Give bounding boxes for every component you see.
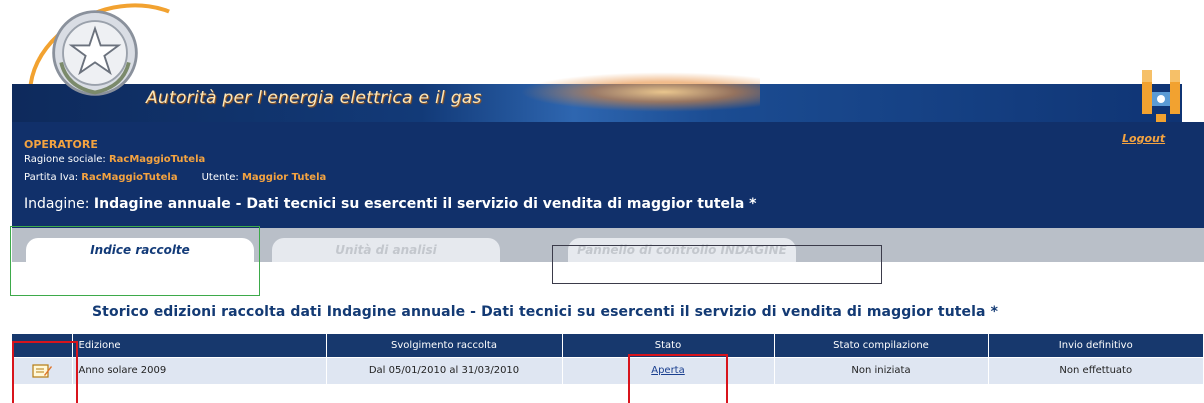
column-header-icon <box>12 334 73 357</box>
indagine-title: Indagine annuale - Dati tecnici su eserc… <box>93 196 757 212</box>
operator-panel: OPERATORE Ragione sociale: RacMaggioTute… <box>12 122 1204 228</box>
tab-pannello-di-controllo[interactable]: Pannello di controllo INDAGINE <box>568 238 796 262</box>
logout-link[interactable]: Logout <box>1122 132 1165 145</box>
document-edit-icon[interactable] <box>32 363 52 379</box>
cell-stato-compilazione: Non iniziata <box>774 356 989 384</box>
table-header-row: Edizione Svolgimento raccolta Stato Stat… <box>12 334 1204 357</box>
authority-name: Autorità per l'energia elettrica e il ga… <box>146 88 482 108</box>
ragione-sociale-value: RacMaggioTutela <box>108 154 206 165</box>
light-bulb-swoosh-decoration <box>520 72 760 112</box>
partita-iva-label: Partita Iva: <box>24 172 82 183</box>
cell-invio-definitivo: Non effettuato <box>988 356 1204 384</box>
column-header-invio-definitivo: Invio definitivo <box>988 334 1204 357</box>
utente-value: Maggior Tutela <box>241 172 327 183</box>
cell-svolgimento: Dal 05/01/2010 al 31/03/2010 <box>326 356 563 384</box>
cell-edizione: Anno solare 2009 <box>72 356 327 384</box>
tabs-bar: Indice raccolte Unità di analisi Pannell… <box>12 228 1204 262</box>
utente-label: Utente: <box>201 172 242 183</box>
cell-stato: Aperta <box>562 356 775 384</box>
row-icon-cell <box>12 356 73 384</box>
history-title: Storico edizioni raccolta dati Indagine … <box>92 304 998 320</box>
operator-label: OPERATORE <box>24 138 98 151</box>
ragione-sociale-label: Ragione sociale: <box>24 154 109 165</box>
partita-iva-value: RacMaggioTutela <box>81 172 178 183</box>
editions-table: Edizione Svolgimento raccolta Stato Stat… <box>12 334 1204 384</box>
indagine-label: Indagine: <box>24 196 94 212</box>
tab-unita-di-analisi[interactable]: Unità di analisi <box>272 238 500 262</box>
column-header-stato: Stato <box>562 334 775 357</box>
stato-aperta-link[interactable]: Aperta <box>651 365 685 376</box>
column-header-svolgimento: Svolgimento raccolta <box>326 334 563 357</box>
partita-iva-line: Partita Iva: RacMaggioTutela Utente: Magg… <box>24 172 326 183</box>
table-row: Anno solare 2009 Dal 05/01/2010 al 31/03… <box>12 356 1204 384</box>
header-banner: Autorità per l'energia elettrica e il ga… <box>0 0 1204 184</box>
ragione-sociale-line: Ragione sociale: RacMaggioTutela <box>24 154 205 165</box>
italian-republic-emblem-icon <box>52 10 138 96</box>
indagine-line: Indagine: Indagine annuale - Dati tecnic… <box>24 196 756 212</box>
column-header-stato-compilazione: Stato compilazione <box>774 334 989 357</box>
column-header-edizione: Edizione <box>72 334 327 357</box>
tab-indice-raccolte[interactable]: Indice raccolte <box>26 238 254 262</box>
